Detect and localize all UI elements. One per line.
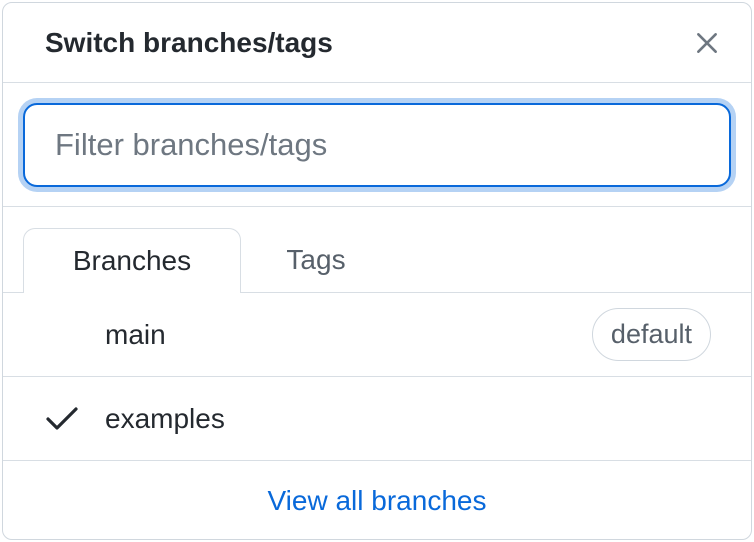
dialog-footer: View all branches xyxy=(3,461,751,539)
check-cell xyxy=(45,406,105,432)
filter-branches-input[interactable] xyxy=(23,102,731,187)
tab-branches[interactable]: Branches xyxy=(23,228,241,293)
filter-section xyxy=(3,83,751,207)
close-icon xyxy=(697,32,717,53)
branch-switcher-dialog: Switch branches/tags Branches Tags main … xyxy=(2,2,752,540)
branch-name: main xyxy=(105,318,166,350)
dialog-title: Switch branches/tags xyxy=(45,26,333,58)
branch-item-main[interactable]: main default xyxy=(3,293,751,377)
view-all-branches-link[interactable]: View all branches xyxy=(268,485,487,517)
tab-bar: Branches Tags xyxy=(3,207,751,293)
close-button[interactable] xyxy=(689,25,725,61)
default-badge: default xyxy=(591,308,711,361)
dialog-header: Switch branches/tags xyxy=(3,3,751,83)
tab-tags[interactable]: Tags xyxy=(241,228,391,292)
branch-item-examples[interactable]: examples xyxy=(3,377,751,461)
check-icon xyxy=(46,406,78,430)
branch-name: examples xyxy=(105,402,225,434)
